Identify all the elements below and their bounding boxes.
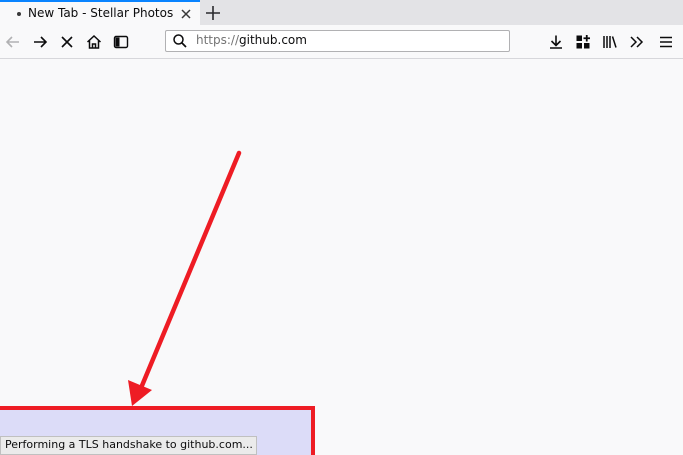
url-scheme: https:// <box>196 33 240 47</box>
hamburger-menu-icon[interactable] <box>657 33 675 51</box>
library-icon[interactable] <box>601 33 619 51</box>
sidebar-icon[interactable] <box>112 33 130 51</box>
loading-dot-icon <box>17 12 21 16</box>
tab-active[interactable]: New Tab - Stellar Photos <box>0 0 200 25</box>
plus-icon[interactable] <box>203 3 223 23</box>
url-bar[interactable]: https://github.com <box>165 30 510 52</box>
extensions-grid-icon[interactable] <box>574 33 592 51</box>
browser-window: New Tab - Stellar Photos https://github.… <box>0 0 683 455</box>
url-text[interactable]: https://github.com <box>196 33 307 47</box>
tab-strip: New Tab - Stellar Photos <box>0 0 683 25</box>
back-arrow-icon[interactable] <box>4 33 22 51</box>
nav-toolbar: https://github.com <box>0 25 683 59</box>
url-host: github.com <box>239 33 307 47</box>
search-icon <box>173 34 187 48</box>
stop-icon[interactable] <box>58 33 76 51</box>
download-icon[interactable] <box>547 33 565 51</box>
page-content <box>0 59 683 455</box>
status-panel: Performing a TLS handshake to github.com… <box>0 436 257 455</box>
forward-arrow-icon[interactable] <box>31 33 49 51</box>
tab-title: New Tab - Stellar Photos <box>28 6 174 20</box>
home-icon[interactable] <box>85 33 103 51</box>
chevron-double-right-icon[interactable] <box>628 33 646 51</box>
close-icon[interactable] <box>179 7 193 21</box>
